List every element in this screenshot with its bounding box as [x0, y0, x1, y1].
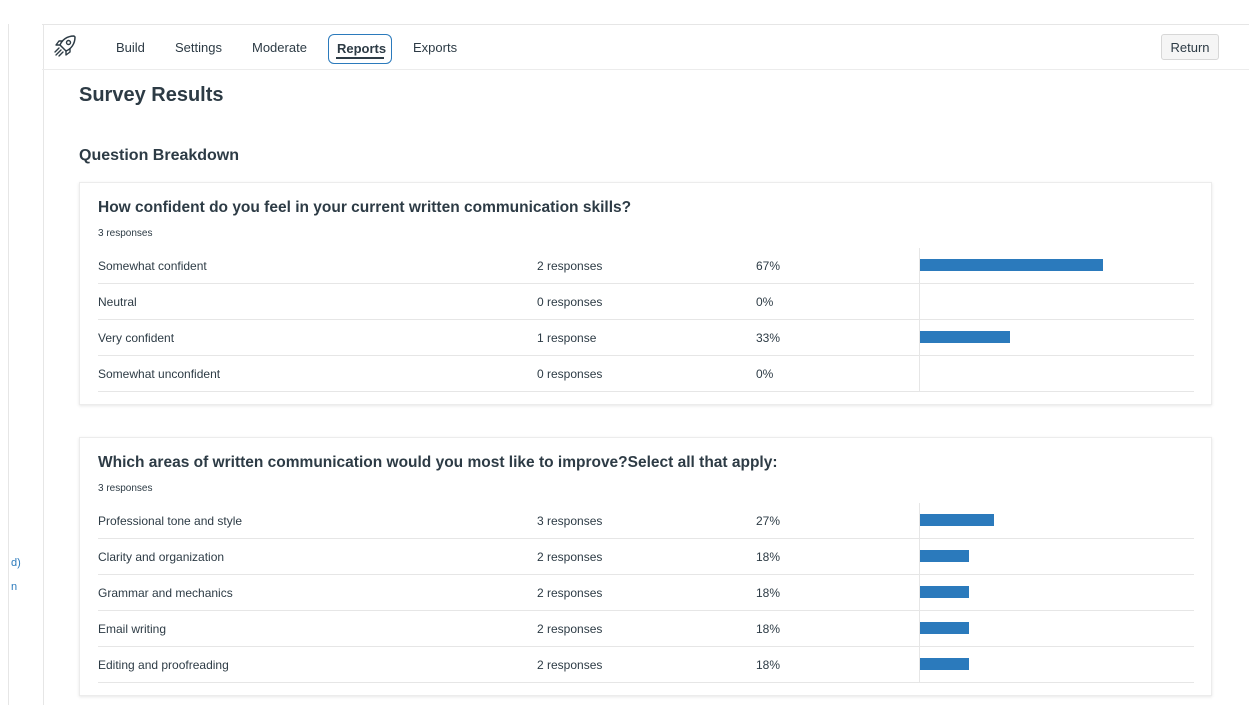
question-card: Which areas of written communication wou…	[79, 437, 1212, 696]
answer-bar	[920, 622, 969, 634]
page-title: Survey Results	[79, 84, 224, 106]
answer-percent: 18%	[756, 550, 781, 564]
sidebar-fragment-text[interactable]: n	[11, 581, 17, 593]
top-nav: Build Settings Moderate Reports Exports …	[42, 25, 1249, 70]
answer-count: 3 responses	[537, 514, 603, 528]
question-title: Which areas of written communication wou…	[98, 454, 778, 471]
answer-bar	[920, 586, 969, 598]
tab-exports[interactable]: Exports	[405, 34, 465, 62]
answer-bar-track	[919, 503, 1195, 538]
answer-percent: 33%	[756, 331, 781, 345]
answer-label: Editing and proofreading	[98, 658, 229, 672]
answer-label: Clarity and organization	[98, 550, 225, 564]
answer-label: Email writing	[98, 622, 167, 636]
answer-count: 2 responses	[537, 586, 603, 600]
tab-moderate[interactable]: Moderate	[244, 34, 315, 62]
tab-reports-label: Reports	[337, 41, 387, 56]
active-tab-indicator	[336, 57, 384, 59]
answer-row: Somewhat confident 2 responses 67%	[98, 248, 1194, 284]
answer-bar	[920, 331, 1010, 343]
answer-row: Grammar and mechanics 2 responses 18%	[98, 575, 1194, 611]
answer-percent: 18%	[756, 586, 781, 600]
answer-bar-track	[919, 284, 1195, 319]
answer-table: Somewhat confident 2 responses 67% Neutr…	[98, 248, 1194, 392]
answer-bar-track	[919, 647, 1195, 682]
answer-count: 2 responses	[537, 259, 603, 273]
answer-percent: 27%	[756, 514, 781, 528]
answer-count: 2 responses	[537, 622, 603, 636]
answer-count: 2 responses	[537, 550, 603, 564]
answer-count: 1 response	[537, 331, 597, 345]
rocket-icon[interactable]	[52, 33, 78, 59]
answer-label: Grammar and mechanics	[98, 586, 233, 600]
answer-row: Neutral 0 responses 0%	[98, 284, 1194, 320]
answer-label: Neutral	[98, 295, 137, 309]
answer-bar	[920, 259, 1103, 271]
answer-bar	[920, 658, 969, 670]
answer-count: 0 responses	[537, 295, 603, 309]
answer-table: Professional tone and style 3 responses …	[98, 503, 1194, 683]
answer-row: Somewhat unconfident 0 responses 0%	[98, 356, 1194, 392]
answer-label: Very confident	[98, 331, 175, 345]
tab-settings[interactable]: Settings	[167, 34, 230, 62]
answer-count: 0 responses	[537, 367, 603, 381]
left-sidebar-edge: d) n	[8, 24, 44, 705]
answer-percent: 0%	[756, 367, 774, 381]
section-title: Question Breakdown	[79, 147, 240, 164]
question-response-count: 3 responses	[98, 228, 153, 239]
answer-bar-track	[919, 356, 1195, 391]
answer-bar	[920, 514, 994, 526]
tab-reports[interactable]: Reports	[328, 34, 392, 64]
question-card: How confident do you feel in your curren…	[79, 182, 1212, 405]
answer-row: Very confident 1 response 33%	[98, 320, 1194, 356]
answer-label: Somewhat confident	[98, 259, 207, 273]
answer-percent: 0%	[756, 295, 774, 309]
answer-percent: 67%	[756, 259, 781, 273]
tab-build-label: Build	[116, 40, 145, 55]
answer-bar-track	[919, 539, 1195, 574]
tab-settings-label: Settings	[175, 40, 222, 55]
tab-moderate-label: Moderate	[252, 40, 307, 55]
answer-percent: 18%	[756, 658, 781, 672]
answer-bar-track	[919, 611, 1195, 646]
tab-build[interactable]: Build	[108, 34, 153, 62]
answer-bar	[920, 550, 969, 562]
answer-label: Professional tone and style	[98, 514, 243, 528]
answer-bar-track	[919, 248, 1195, 283]
answer-count: 2 responses	[537, 658, 603, 672]
answer-row: Editing and proofreading 2 responses 18%	[98, 647, 1194, 683]
answer-bar-track	[919, 575, 1195, 610]
return-button[interactable]: Return	[1161, 34, 1219, 60]
app-frame: d) n Build Settings Moderate Reports Exp…	[0, 0, 1249, 705]
question-title: How confident do you feel in your curren…	[98, 199, 632, 216]
tab-exports-label: Exports	[413, 40, 458, 55]
answer-label: Somewhat unconfident	[98, 367, 221, 381]
answer-bar-track	[919, 320, 1195, 355]
sidebar-fragment-text[interactable]: d)	[11, 557, 21, 569]
question-response-count: 3 responses	[98, 483, 153, 494]
answer-row: Clarity and organization 2 responses 18%	[98, 539, 1194, 575]
answer-row: Professional tone and style 3 responses …	[98, 503, 1194, 539]
answer-row: Email writing 2 responses 18%	[98, 611, 1194, 647]
answer-percent: 18%	[756, 622, 781, 636]
